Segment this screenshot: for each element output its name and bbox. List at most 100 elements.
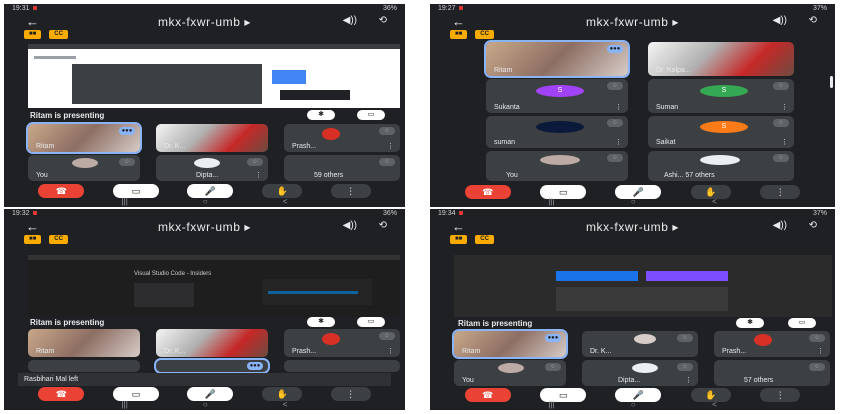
speaking-indicator-icon: ●●● (607, 45, 623, 53)
participant-tile[interactable]: ◌ You (454, 360, 566, 386)
others-count: 59 others (314, 172, 344, 179)
participant-tile[interactable]: ◌ suman ⋮ (486, 116, 628, 148)
captions-badge[interactable]: CC (49, 235, 68, 244)
participant-name: You (462, 377, 474, 384)
speaker-icon[interactable]: ◀)) (773, 15, 787, 26)
participant-tile[interactable]: ●●● Ritam (484, 40, 630, 78)
more-options-button[interactable]: ⋮ (330, 387, 371, 401)
nav-back-icon[interactable]: < (712, 400, 717, 409)
mic-off-button[interactable]: 🎤 (187, 387, 234, 401)
participant-tile[interactable]: ●●● (154, 358, 270, 374)
fit-screen-button[interactable]: ▭ (357, 317, 385, 327)
participant-tile[interactable] (28, 360, 140, 372)
recent-apps-icon[interactable]: ||| (122, 400, 128, 409)
captions-badge[interactable]: CC (475, 30, 494, 39)
tile-menu-icon[interactable]: ⋮ (817, 347, 824, 355)
participant-tile[interactable]: ◌ Prash... ⋮ (284, 329, 400, 357)
fit-screen-button[interactable]: ▭ (788, 318, 816, 328)
tile-menu-icon[interactable]: ⋮ (387, 142, 394, 150)
participant-tile[interactable]: Dr. K... (156, 329, 268, 357)
nav-back-icon[interactable]: < (283, 400, 288, 409)
captions-badge[interactable]: CC (49, 30, 68, 39)
participant-name: Prash... (292, 143, 317, 150)
fit-screen-button[interactable]: ▭ (357, 110, 385, 120)
mic-off-icon: ◌ (677, 363, 693, 371)
switch-camera-icon[interactable]: ⟲ (379, 220, 387, 231)
dropdown-icon: ▸ (244, 220, 252, 234)
battery-level: 37% (812, 5, 827, 12)
tile-menu-icon[interactable]: ⋮ (781, 103, 788, 111)
pin-button[interactable]: ✱ (736, 318, 764, 328)
screen-share-view[interactable] (454, 255, 832, 317)
meet-screen-1: 19:31 36% ← mkx-fxwr-umb ▸ ◀)) ⟲ ■■ CC R… (4, 4, 405, 207)
recent-apps-icon[interactable]: ||| (122, 197, 128, 206)
nav-back-icon[interactable]: < (712, 197, 717, 206)
participant-tile[interactable]: ◌ Prash... ⋮ (284, 124, 400, 152)
others-tile[interactable]: ◌ Ashi... 57 others (648, 151, 794, 181)
hand-badge[interactable]: ■■ (450, 30, 468, 39)
participant-tile[interactable]: ◌ Dr. K... (582, 331, 698, 357)
speaker-icon[interactable]: ◀)) (343, 15, 357, 26)
switch-camera-icon[interactable]: ⟲ (809, 220, 817, 231)
participant-tile[interactable]: Dr. K... (156, 124, 268, 152)
speaker-icon[interactable]: ◀)) (343, 220, 357, 231)
tile-menu-icon[interactable]: ⋮ (685, 376, 692, 384)
hang-up-button[interactable]: ☎ (38, 387, 85, 401)
pin-button[interactable]: ✱ (307, 317, 335, 327)
participant-name: Saikat (656, 139, 676, 146)
tile-menu-icon[interactable]: ⋮ (615, 138, 622, 146)
participant-name: Suman (656, 104, 679, 111)
participant-tile[interactable]: Dr. Kalpa... (648, 42, 794, 76)
notification-icon (458, 211, 463, 215)
screen-share-view[interactable]: Visual Studio Code - Insiders (28, 255, 400, 317)
recent-apps-icon[interactable]: ||| (548, 400, 554, 409)
switch-camera-icon[interactable]: ⟲ (809, 15, 817, 26)
participant-tile[interactable] (284, 360, 400, 372)
document-area (72, 64, 262, 104)
participant-tile[interactable]: S ◌ Sukanta ⋮ (486, 79, 628, 113)
participant-tile[interactable]: ◌ Dipta... ⋮ (582, 360, 698, 386)
participant-tile[interactable]: ●●● Ritam (26, 122, 142, 154)
home-icon[interactable]: ○ (203, 400, 208, 409)
hand-badge[interactable]: ■■ (450, 235, 468, 244)
avatar-initial: S (721, 87, 727, 94)
participant-name: Dr. Kalpa... (656, 67, 691, 74)
participant-tile[interactable]: ◌ You (28, 155, 140, 181)
raise-hand-button[interactable]: ✋ (262, 184, 303, 198)
speaking-indicator-icon: ●●● (247, 362, 263, 370)
video-off-button[interactable]: ▭ (112, 387, 159, 401)
participant-tile[interactable]: ●●● Ritam (452, 329, 568, 359)
hand-badge[interactable]: ■■ (24, 30, 42, 39)
more-options-button[interactable]: ⋮ (330, 184, 371, 198)
participant-tile[interactable]: Ritam (28, 329, 140, 357)
hand-badge[interactable]: ■■ (24, 235, 42, 244)
participant-tile[interactable]: S ◌ Suman ⋮ (648, 79, 794, 113)
participant-tile[interactable]: ◌ Dipta... ⋮ (156, 155, 268, 181)
mic-off-button[interactable]: 🎤 (187, 184, 234, 198)
captions-badge[interactable]: CC (475, 235, 494, 244)
home-icon[interactable]: ○ (203, 197, 208, 206)
recent-apps-icon[interactable]: ||| (548, 197, 554, 206)
home-icon[interactable]: ○ (631, 197, 636, 206)
avatar (634, 334, 656, 344)
participant-tile[interactable]: S ◌ Saikat ⋮ (648, 116, 794, 148)
participant-tile[interactable]: ◌ Prash... ⋮ (714, 331, 830, 357)
nav-back-icon[interactable]: < (283, 197, 288, 206)
video-off-button[interactable]: ▭ (112, 184, 159, 198)
screen-share-view[interactable] (28, 44, 400, 108)
others-tile[interactable]: ◌ 59 others (284, 155, 400, 181)
others-tile[interactable]: ◌ 57 others (714, 360, 830, 386)
scrollbar[interactable] (830, 76, 833, 88)
speaker-icon[interactable]: ◀)) (773, 220, 787, 231)
home-icon[interactable]: ○ (631, 400, 636, 409)
tile-menu-icon[interactable]: ⋮ (615, 103, 622, 111)
raise-hand-button[interactable]: ✋ (262, 387, 303, 401)
tile-menu-icon[interactable]: ⋮ (255, 171, 262, 179)
participant-tile[interactable]: ◌ You (486, 151, 628, 181)
switch-camera-icon[interactable]: ⟲ (379, 15, 387, 26)
hang-up-button[interactable]: ☎ (38, 184, 85, 198)
tile-menu-icon[interactable]: ⋮ (387, 347, 394, 355)
pin-button[interactable]: ✱ (307, 110, 335, 120)
participant-name: Ritam (462, 348, 481, 355)
tile-menu-icon[interactable]: ⋮ (781, 138, 788, 146)
